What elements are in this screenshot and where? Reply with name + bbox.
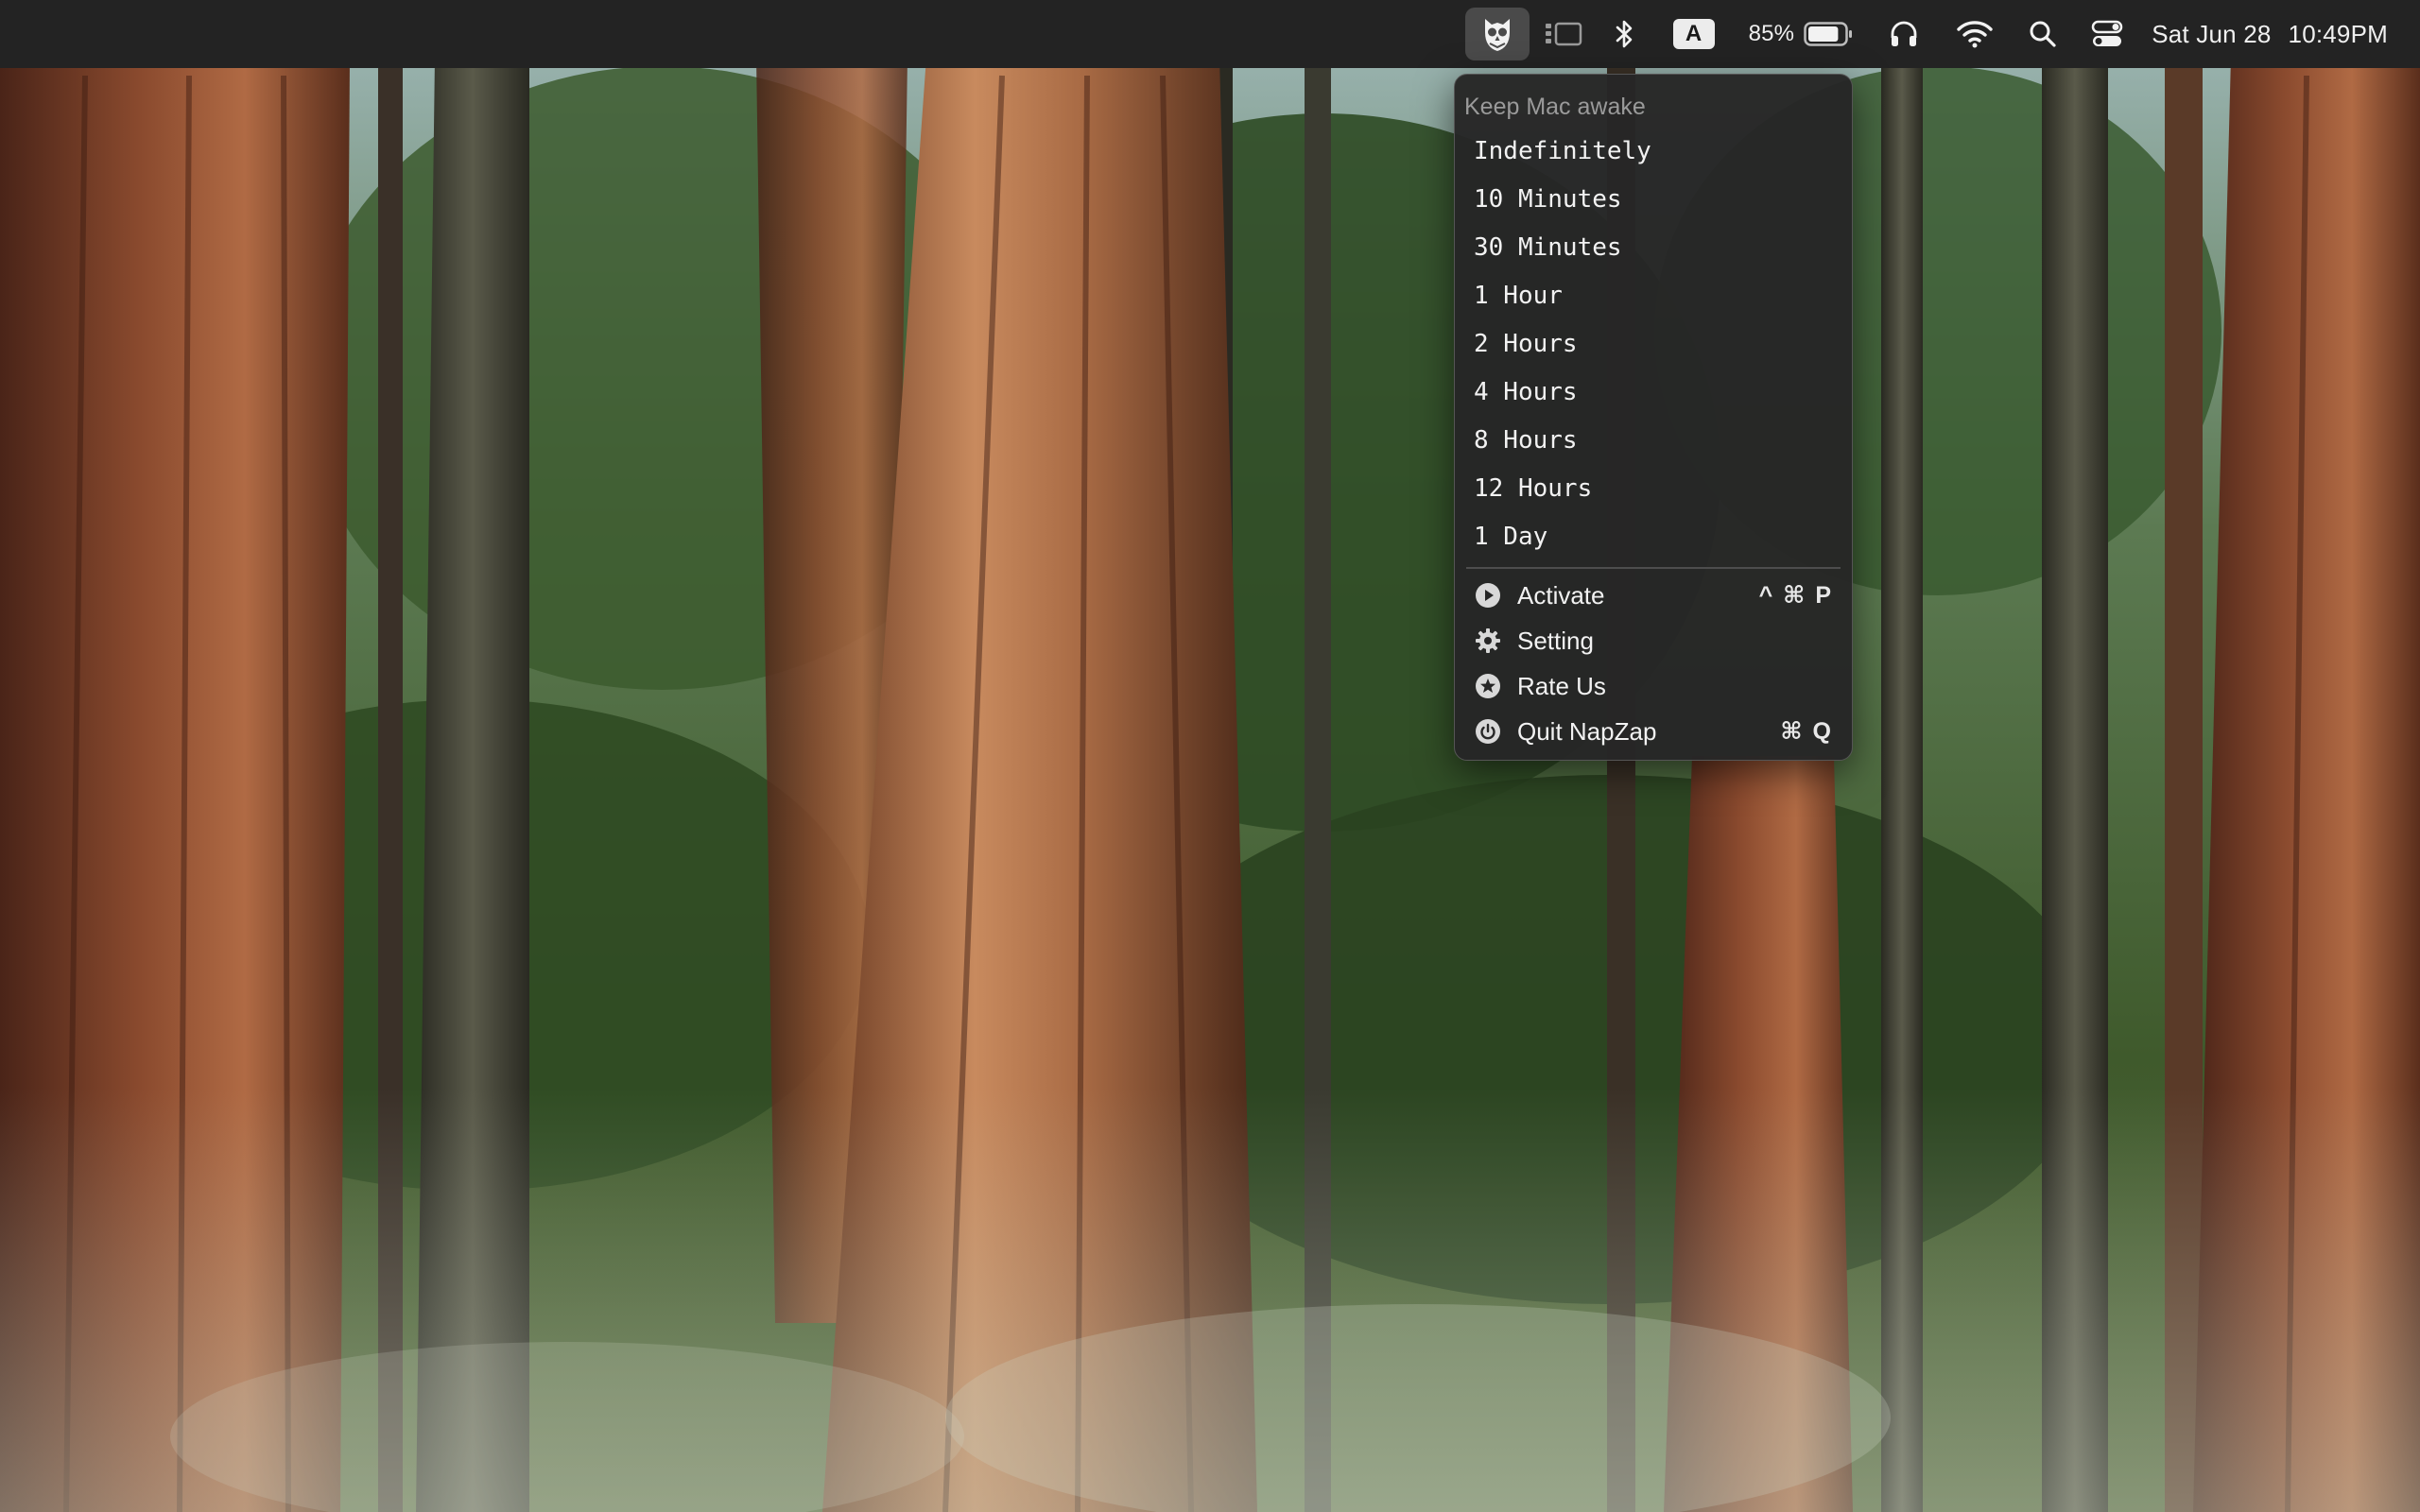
quit-shortcut: ⌘ Q <box>1780 718 1833 745</box>
stage-manager-icon[interactable] <box>1545 0 1582 68</box>
desktop-wallpaper <box>0 0 2420 1512</box>
duration-1-hour[interactable]: 1 Hour <box>1455 272 1852 320</box>
menubar-date[interactable]: Sat Jun 28 <box>2152 0 2271 68</box>
quit-menu-item[interactable]: Quit NapZap ⌘ Q <box>1455 709 1852 754</box>
menu-header: Keep Mac awake <box>1464 94 1646 120</box>
menu-bar: A 85% Sat Jun 28 10:49PM <box>0 0 2420 68</box>
duration-list: Indefinitely 10 Minutes 30 Minutes 1 Hou… <box>1455 128 1852 561</box>
input-source-badge: A <box>1672 19 1715 49</box>
activate-shortcut: ^ ⌘ P <box>1758 582 1833 609</box>
duration-8-hours[interactable]: 8 Hours <box>1455 417 1852 465</box>
napzap-owl-icon[interactable] <box>1464 8 1530 60</box>
duration-10-minutes[interactable]: 10 Minutes <box>1455 176 1852 224</box>
activate-label: Activate <box>1517 580 1605 610</box>
duration-1-day[interactable]: 1 Day <box>1455 513 1852 561</box>
duration-30-minutes[interactable]: 30 Minutes <box>1455 224 1852 272</box>
duration-12-hours[interactable]: 12 Hours <box>1455 465 1852 513</box>
napzap-dropdown-menu: Keep Mac awake Indefinitely 10 Minutes 3… <box>1454 74 1853 761</box>
duration-indefinitely[interactable]: Indefinitely <box>1455 128 1852 176</box>
battery-percent: 85% <box>1748 21 1795 46</box>
duration-4-hours[interactable]: 4 Hours <box>1455 369 1852 417</box>
duration-2-hours[interactable]: 2 Hours <box>1455 320 1852 369</box>
bluetooth-icon[interactable] <box>1615 0 1635 68</box>
quit-label: Quit NapZap <box>1517 716 1657 746</box>
control-center-icon[interactable] <box>2091 0 2123 68</box>
star-circle-icon <box>1474 672 1502 700</box>
power-icon <box>1474 717 1502 746</box>
wifi-icon[interactable] <box>1957 0 1993 68</box>
headphones-icon[interactable] <box>1889 0 1919 68</box>
gear-icon <box>1474 627 1502 655</box>
menu-separator <box>1466 567 1841 569</box>
setting-menu-item[interactable]: Setting <box>1455 618 1852 663</box>
battery-icon <box>1804 22 1853 46</box>
menubar-time[interactable]: 10:49PM <box>2289 0 2388 68</box>
play-circle-icon <box>1474 581 1502 610</box>
search-icon[interactable] <box>2029 0 2057 68</box>
input-source-menu[interactable]: A <box>1672 0 1715 68</box>
activate-menu-item[interactable]: Activate ^ ⌘ P <box>1455 573 1852 618</box>
rate-us-menu-item[interactable]: Rate Us <box>1455 663 1852 709</box>
setting-label: Setting <box>1517 626 1594 655</box>
rate-us-label: Rate Us <box>1517 671 1606 700</box>
battery-menu[interactable]: 85% <box>1749 0 1854 68</box>
